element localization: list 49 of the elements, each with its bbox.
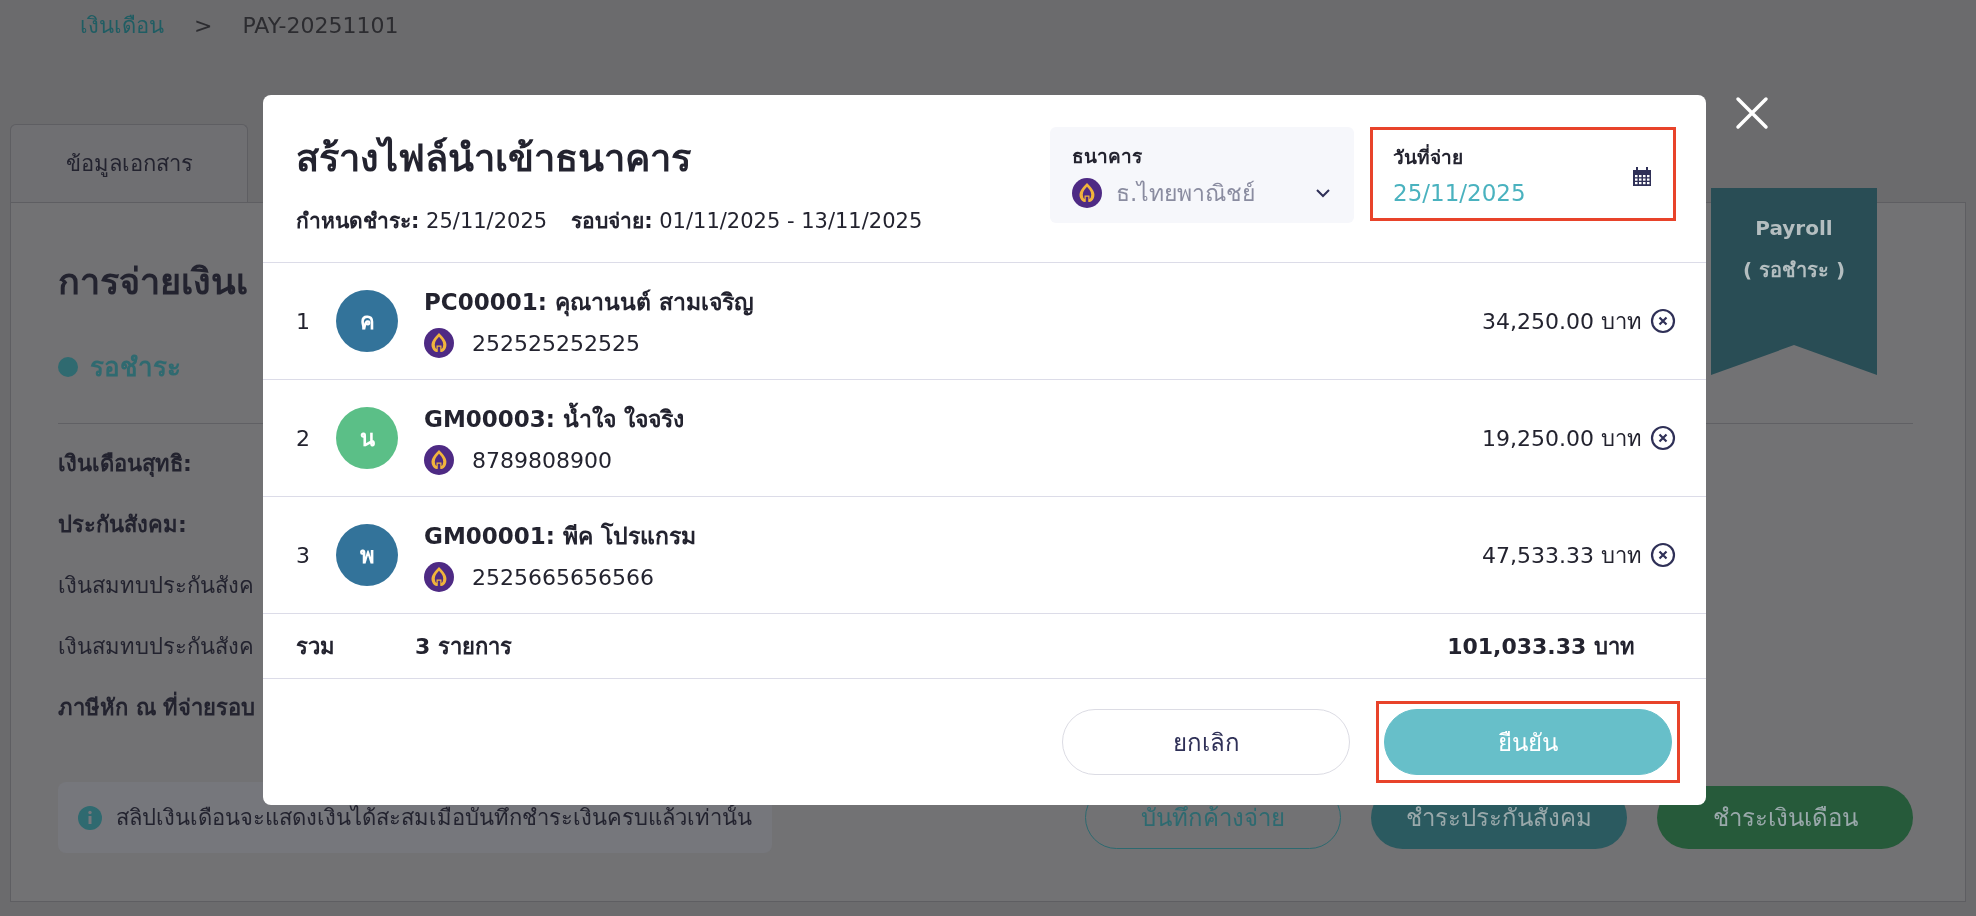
note-text: สลิปเงินเดือนจะแสดงเงินได้สะสมเมื่อบันทึกชำระเงินครบแล้วเท่านั้น — [116, 804, 752, 832]
employee-avatar: ค — [336, 290, 398, 352]
total-amount: 101,033.33 บาท — [1447, 632, 1635, 661]
field-label: ภาษีหัก ณ ที่จ่ายรอบ — [58, 690, 256, 751]
account-number: 2525665656566 — [472, 564, 654, 590]
field-label: เงินสมทบประกันสังค — [58, 572, 254, 600]
bank-logo-icon — [424, 562, 454, 592]
status-label: รอชำระ — [90, 351, 181, 384]
total-label: รวม — [296, 632, 335, 661]
calendar-icon[interactable] — [1631, 166, 1653, 188]
close-icon[interactable] — [1735, 96, 1769, 130]
field-label: ประกันสังคม: — [58, 511, 187, 539]
amount: 34,250.00 บาท — [1482, 307, 1642, 336]
bank-logo-icon — [1072, 178, 1102, 208]
bank-logo-icon — [424, 445, 454, 475]
account-number: 252525252525 — [472, 330, 640, 356]
cancel-button[interactable]: ยกเลิก — [1062, 709, 1350, 775]
row-number: 1 — [296, 308, 311, 334]
bank-select[interactable]: ธนาคาร ธ.ไทยพาณิชย์ — [1050, 127, 1354, 223]
row-number: 2 — [296, 425, 311, 451]
remove-icon[interactable] — [1650, 542, 1676, 568]
field-label: เงินสมทบประกันสังค — [58, 633, 254, 661]
breadcrumb-separator: > — [194, 12, 213, 38]
confirm-button[interactable]: ยืนยัน — [1384, 709, 1672, 775]
employee-name: GM00003: น้ำใจ ใจจริง — [424, 401, 684, 437]
page-title: การจ่ายเงินเ — [58, 260, 248, 304]
breadcrumb-current: PAY-20251101 — [242, 12, 399, 38]
row-number: 3 — [296, 542, 311, 568]
bank-logo-icon — [424, 328, 454, 358]
remove-icon[interactable] — [1650, 308, 1676, 334]
action-button[interactable]: ชำระเงินเดือน — [1657, 786, 1913, 849]
tab[interactable]: ข้อมูลเอกสาร — [10, 124, 248, 202]
remove-icon[interactable] — [1650, 425, 1676, 451]
employee-avatar: น — [336, 407, 398, 469]
amount: 19,250.00 บาท — [1482, 424, 1642, 453]
employee-name: GM00001: พีค โปรแกรม — [424, 521, 696, 551]
due-date-text: กำหนดชำระ: 25/11/2025 — [296, 208, 548, 235]
info-icon — [78, 805, 102, 830]
pay-date-field[interactable]: วันที่จ่าย 25/11/2025 — [1370, 127, 1676, 221]
ribbon-status: ( รอชำระ ) — [1742, 257, 1846, 284]
pay-cycle-text: รอบจ่าย: 01/11/2025 - 13/11/2025 — [571, 208, 923, 235]
account-number: 8789808900 — [472, 447, 612, 473]
amount: 47,533.33 บาท — [1482, 541, 1642, 570]
employee-avatar: พ — [336, 524, 398, 586]
ribbon-title: Payroll — [1755, 216, 1833, 240]
modal-title: สร้างไฟล์นำเข้าธนาคาร — [296, 135, 692, 182]
field-label: เงินเดือนสุทธิ: — [58, 450, 192, 479]
employee-name: PC00001: คุณานนต์ สามเจริญ — [424, 288, 754, 319]
total-count: 3 รายการ — [415, 632, 512, 661]
